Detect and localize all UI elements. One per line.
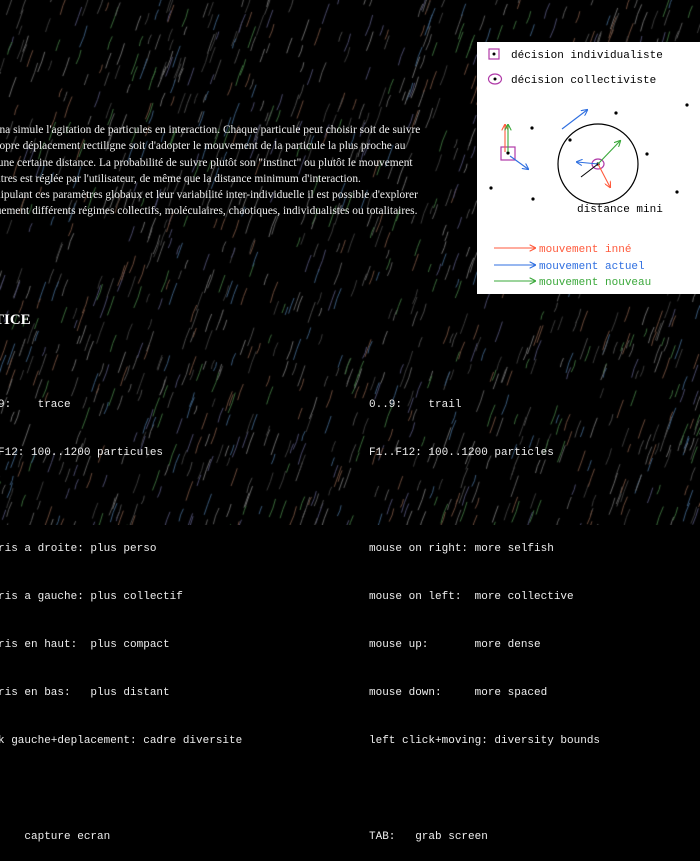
control-line: ris en haut: plus compact	[0, 639, 170, 651]
description-line: anipulant ces paramètres globaux et leur…	[0, 189, 418, 202]
innate-label: mouvement inné	[539, 244, 631, 256]
legend-panel: décision individualiste décision collect…	[477, 42, 700, 294]
control-line: TAB: grab screen	[369, 831, 488, 843]
control-line: mouse up: more dense	[369, 639, 541, 651]
description-line: propre déplacement rectiligne soit d'ado…	[0, 140, 406, 153]
control-line: F12: 100..1200 particules	[0, 447, 164, 459]
new-arrow	[597, 141, 620, 165]
control-line: 9: trace	[0, 399, 71, 411]
description-text: urna simule l'agitation de particules en…	[0, 122, 470, 220]
section-title: TICE	[0, 312, 31, 328]
control-line: capture ecran	[0, 831, 111, 843]
control-line	[0, 493, 242, 509]
control-line: ris a droite: plus perso	[0, 543, 157, 555]
current-arrow	[509, 155, 528, 169]
innate-arrow	[597, 163, 610, 187]
control-line: mouse on left: more collective	[369, 591, 574, 603]
description-line: nuement différents régimes collectifs, m…	[0, 205, 418, 218]
description-line: autres est réglée par l'utilisateur, de …	[0, 172, 361, 185]
legend-individual-label: décision individualiste	[511, 50, 663, 62]
distance-label: distance mini	[577, 204, 663, 216]
control-line	[0, 781, 242, 797]
current-arrow	[561, 110, 587, 130]
legend-collective-label: décision collectiviste	[511, 75, 656, 87]
control-line: 0..9: trail	[369, 399, 462, 411]
description-line: urna simule l'agitation de particules en…	[0, 124, 421, 136]
control-line: F1..F12: 100..1200 particles	[369, 447, 554, 459]
control-line: ris a gauche: plus collectif	[0, 591, 183, 603]
control-line	[369, 493, 600, 509]
control-line: mouse down: more spaced	[369, 687, 548, 699]
particle-dot-icon	[493, 77, 497, 81]
current-arrow	[577, 162, 599, 164]
new-label: mouvement nouveau	[539, 277, 651, 289]
control-line: left click+moving: diversity bounds	[369, 735, 601, 747]
particle-dots	[489, 103, 689, 201]
legend-diagram: décision individualiste décision collect…	[487, 48, 689, 289]
particle-dot-icon	[492, 52, 496, 56]
distance-radius	[580, 163, 599, 178]
controls-english: 0..9: trail F1..F12: 100..1200 particles…	[369, 365, 600, 861]
control-line: k gauche+deplacement: cadre diversite	[0, 735, 243, 747]
description-line: d'une certaine distance. La probabilité …	[0, 156, 413, 169]
control-line: mouse on right: more selfish	[369, 543, 554, 555]
control-line	[369, 781, 600, 797]
controls-french: 9: trace F12: 100..1200 particules ris a…	[0, 365, 242, 861]
current-label: mouvement actuel	[539, 261, 645, 273]
control-line: ris en bas: plus distant	[0, 687, 170, 699]
